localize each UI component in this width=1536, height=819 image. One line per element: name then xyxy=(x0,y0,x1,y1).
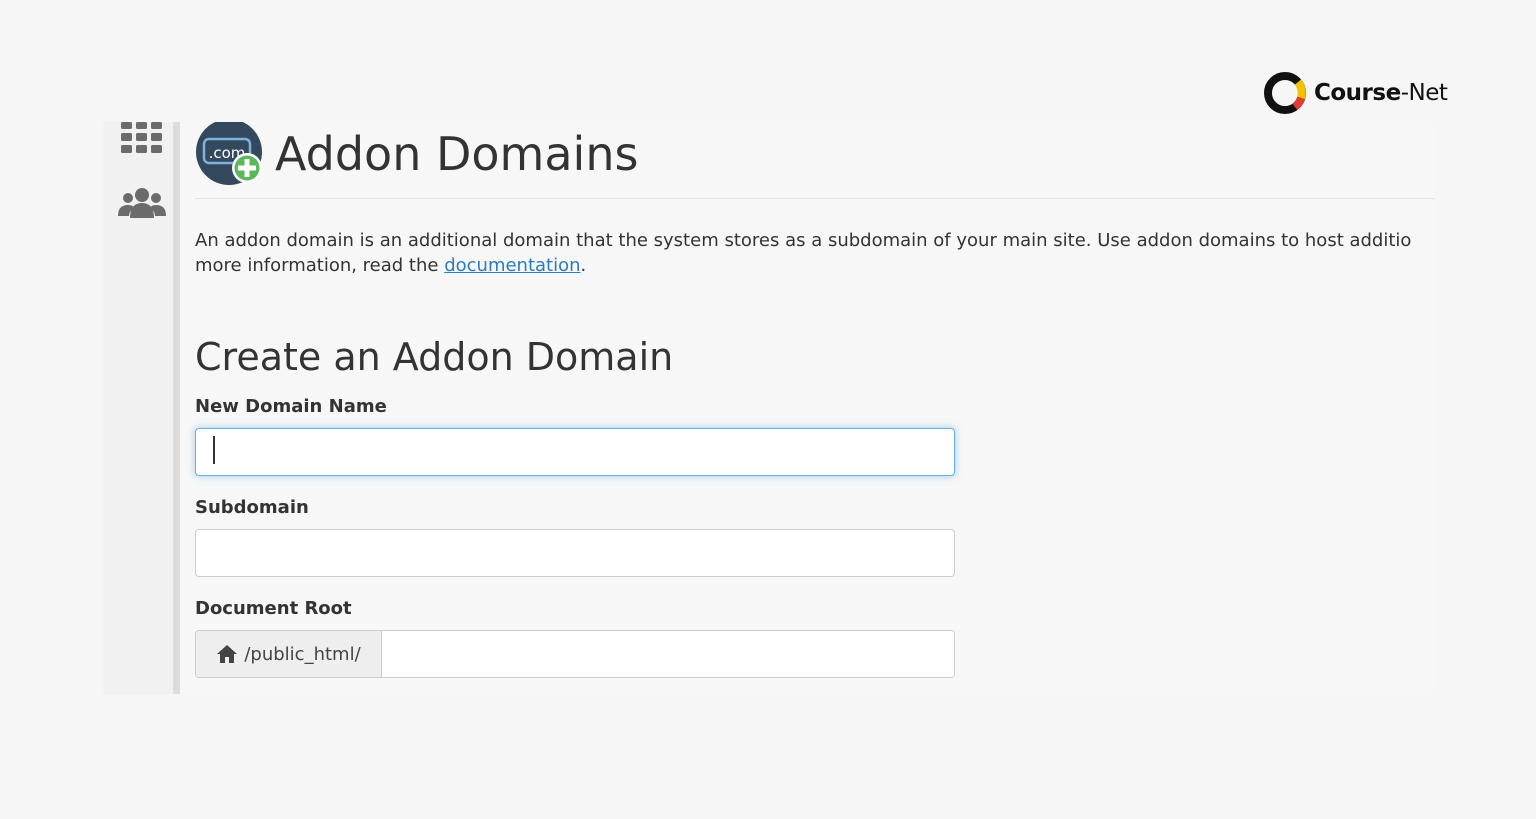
sidebar-divider xyxy=(173,122,180,694)
new-domain-input[interactable] xyxy=(195,428,955,476)
home-icon xyxy=(217,645,238,663)
cpanel-window: .com Addon Domains An addon domain is an… xyxy=(103,122,1435,694)
canvas: Course-Net .com Addon Domains An addon d… xyxy=(0,0,1536,819)
users-icon[interactable] xyxy=(117,186,167,218)
page-title: Addon Domains xyxy=(275,127,639,181)
header-divider xyxy=(195,198,1435,199)
course-net-wordmark: Course-Net xyxy=(1314,80,1448,106)
text-caret xyxy=(213,436,215,464)
document-root-input[interactable] xyxy=(382,631,954,677)
course-net-logo: Course-Net xyxy=(1262,70,1448,116)
document-root-label: Document Root xyxy=(195,598,352,619)
course-net-ring-icon xyxy=(1264,72,1306,114)
addon-domain-icon: .com xyxy=(196,122,262,185)
intro-line-1: An addon domain is an additional domain … xyxy=(195,230,1412,251)
sidebar xyxy=(103,122,173,694)
apps-grid-icon[interactable] xyxy=(121,122,163,154)
page-header: .com Addon Domains xyxy=(195,122,638,186)
intro-text: An addon domain is an additional domain … xyxy=(195,228,1435,278)
section-title: Create an Addon Domain xyxy=(195,335,674,379)
document-root-prefix: /public_html/ xyxy=(196,631,382,677)
main-content: .com Addon Domains An addon domain is an… xyxy=(195,122,1435,694)
new-domain-label: New Domain Name xyxy=(195,396,387,417)
subdomain-label: Subdomain xyxy=(195,497,309,518)
subdomain-input[interactable] xyxy=(195,529,955,577)
intro-line-2: more information, read the documentation… xyxy=(195,255,587,276)
document-root-group: /public_html/ xyxy=(195,630,955,678)
documentation-link[interactable]: documentation xyxy=(444,255,580,276)
